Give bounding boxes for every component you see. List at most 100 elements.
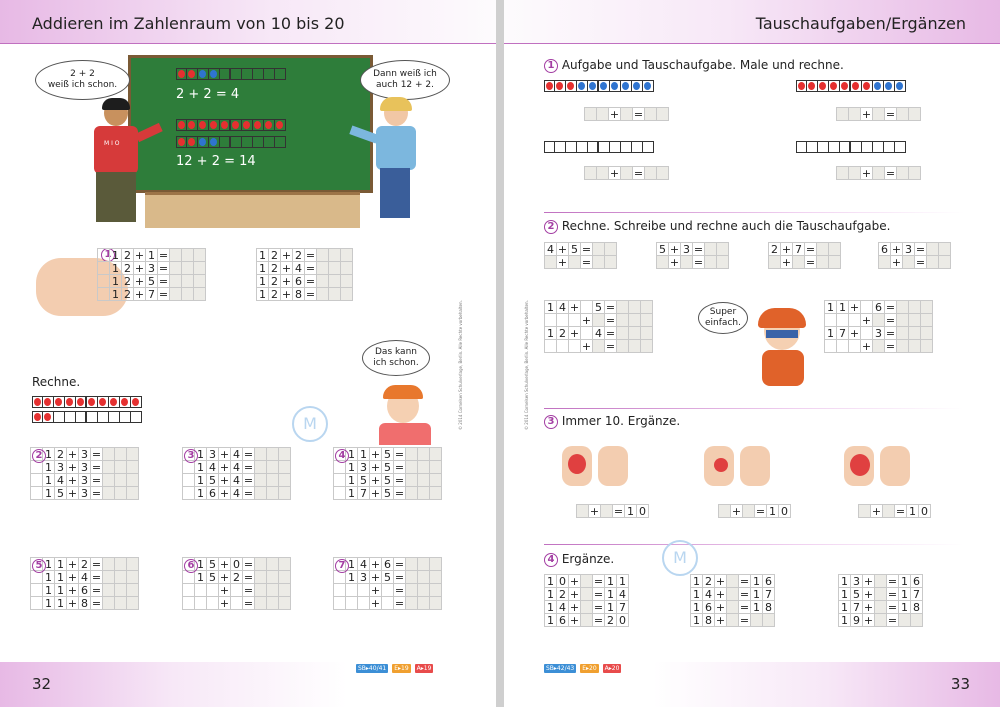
answer-cell[interactable] (102, 596, 115, 610)
grid-cell[interactable] (580, 613, 593, 627)
grid-cell[interactable] (908, 339, 921, 353)
grid-cell[interactable] (656, 166, 669, 180)
grid-cell[interactable] (556, 339, 569, 353)
answer-cell[interactable] (254, 570, 267, 584)
answer-cell[interactable] (405, 570, 418, 584)
answer-cell[interactable] (254, 583, 267, 597)
answer-cell[interactable] (328, 261, 341, 275)
answer-cell[interactable] (938, 242, 951, 256)
answer-cell[interactable] (266, 447, 279, 461)
grid-cell[interactable] (896, 313, 909, 327)
grid-cell[interactable] (908, 107, 921, 121)
answer-cell[interactable] (417, 583, 430, 597)
answer-cell[interactable] (718, 504, 731, 518)
grid-cell[interactable] (544, 313, 557, 327)
answer-cell[interactable] (417, 447, 430, 461)
answer-cell[interactable] (417, 570, 430, 584)
grid-cell[interactable] (544, 339, 557, 353)
answer-cell[interactable] (908, 326, 921, 340)
answer-cell[interactable] (340, 274, 353, 288)
answer-cell[interactable] (908, 300, 921, 314)
grid-cell[interactable] (874, 574, 887, 588)
grid-cell[interactable] (640, 313, 653, 327)
answer-cell[interactable] (114, 557, 127, 571)
grid-cell[interactable] (584, 107, 597, 121)
answer-cell[interactable] (429, 447, 442, 461)
grid-cell[interactable] (592, 339, 605, 353)
answer-cell[interactable] (126, 583, 139, 597)
answer-cell[interactable] (405, 460, 418, 474)
grid-cell[interactable] (580, 587, 593, 601)
answer-cell[interactable] (102, 570, 115, 584)
answer-cell[interactable] (316, 261, 329, 275)
grid-cell[interactable] (872, 166, 885, 180)
answer-cell[interactable] (114, 460, 127, 474)
answer-cell[interactable] (181, 248, 194, 262)
grid-cell[interactable] (568, 313, 581, 327)
grid-cell[interactable] (816, 255, 829, 269)
answer-cell[interactable] (254, 460, 267, 474)
answer-cell[interactable] (592, 242, 605, 256)
answer-cell[interactable] (405, 557, 418, 571)
answer-cell[interactable] (405, 473, 418, 487)
answer-cell[interactable] (181, 261, 194, 275)
answer-cell[interactable] (716, 242, 729, 256)
grid-cell[interactable] (848, 107, 861, 121)
answer-cell[interactable] (278, 486, 291, 500)
grid-cell[interactable] (620, 107, 633, 121)
grid-cell[interactable] (596, 166, 609, 180)
answer-cell[interactable] (126, 570, 139, 584)
grid-cell[interactable] (882, 504, 895, 518)
grid-cell[interactable] (874, 613, 887, 627)
answer-cell[interactable] (405, 596, 418, 610)
grid-cell[interactable] (836, 313, 849, 327)
answer-cell[interactable] (114, 583, 127, 597)
grid-cell[interactable] (726, 587, 739, 601)
grid-cell[interactable] (596, 107, 609, 121)
answer-cell[interactable] (102, 557, 115, 571)
answer-cell[interactable] (417, 473, 430, 487)
grid-cell[interactable] (750, 613, 763, 627)
answer-cell[interactable] (254, 557, 267, 571)
answer-cell[interactable] (266, 473, 279, 487)
grid-cell[interactable] (656, 255, 669, 269)
answer-cell[interactable] (102, 460, 115, 474)
grid-cell[interactable] (938, 255, 951, 269)
grid-cell[interactable] (726, 613, 739, 627)
answer-cell[interactable] (114, 473, 127, 487)
grid-cell[interactable] (616, 313, 629, 327)
answer-cell[interactable] (181, 274, 194, 288)
answer-cell[interactable] (181, 287, 194, 301)
grid-cell[interactable] (848, 339, 861, 353)
grid-cell[interactable] (910, 613, 923, 627)
answer-cell[interactable] (926, 242, 939, 256)
answer-cell[interactable] (266, 557, 279, 571)
grid-cell[interactable] (628, 339, 641, 353)
grid-cell[interactable] (580, 600, 593, 614)
answer-cell[interactable] (102, 486, 115, 500)
grid-cell[interactable] (920, 339, 933, 353)
answer-cell[interactable] (328, 248, 341, 262)
grid-cell[interactable] (600, 504, 613, 518)
grid-cell[interactable] (872, 339, 885, 353)
answer-cell[interactable] (429, 486, 442, 500)
answer-cell[interactable] (429, 570, 442, 584)
grid-cell[interactable] (726, 574, 739, 588)
grid-cell[interactable] (580, 574, 593, 588)
answer-cell[interactable] (278, 596, 291, 610)
grid-cell[interactable] (742, 504, 755, 518)
grid-cell[interactable] (768, 255, 781, 269)
answer-cell[interactable] (126, 557, 139, 571)
grid-cell[interactable] (656, 107, 669, 121)
grid-cell[interactable] (898, 613, 911, 627)
answer-cell[interactable] (114, 447, 127, 461)
answer-cell[interactable] (340, 261, 353, 275)
answer-cell[interactable] (405, 486, 418, 500)
grid-cell[interactable] (568, 255, 581, 269)
grid-cell[interactable] (716, 255, 729, 269)
answer-cell[interactable] (126, 596, 139, 610)
answer-cell[interactable] (266, 596, 279, 610)
grid-cell[interactable] (628, 313, 641, 327)
answer-cell[interactable] (316, 287, 329, 301)
answer-cell[interactable] (266, 583, 279, 597)
